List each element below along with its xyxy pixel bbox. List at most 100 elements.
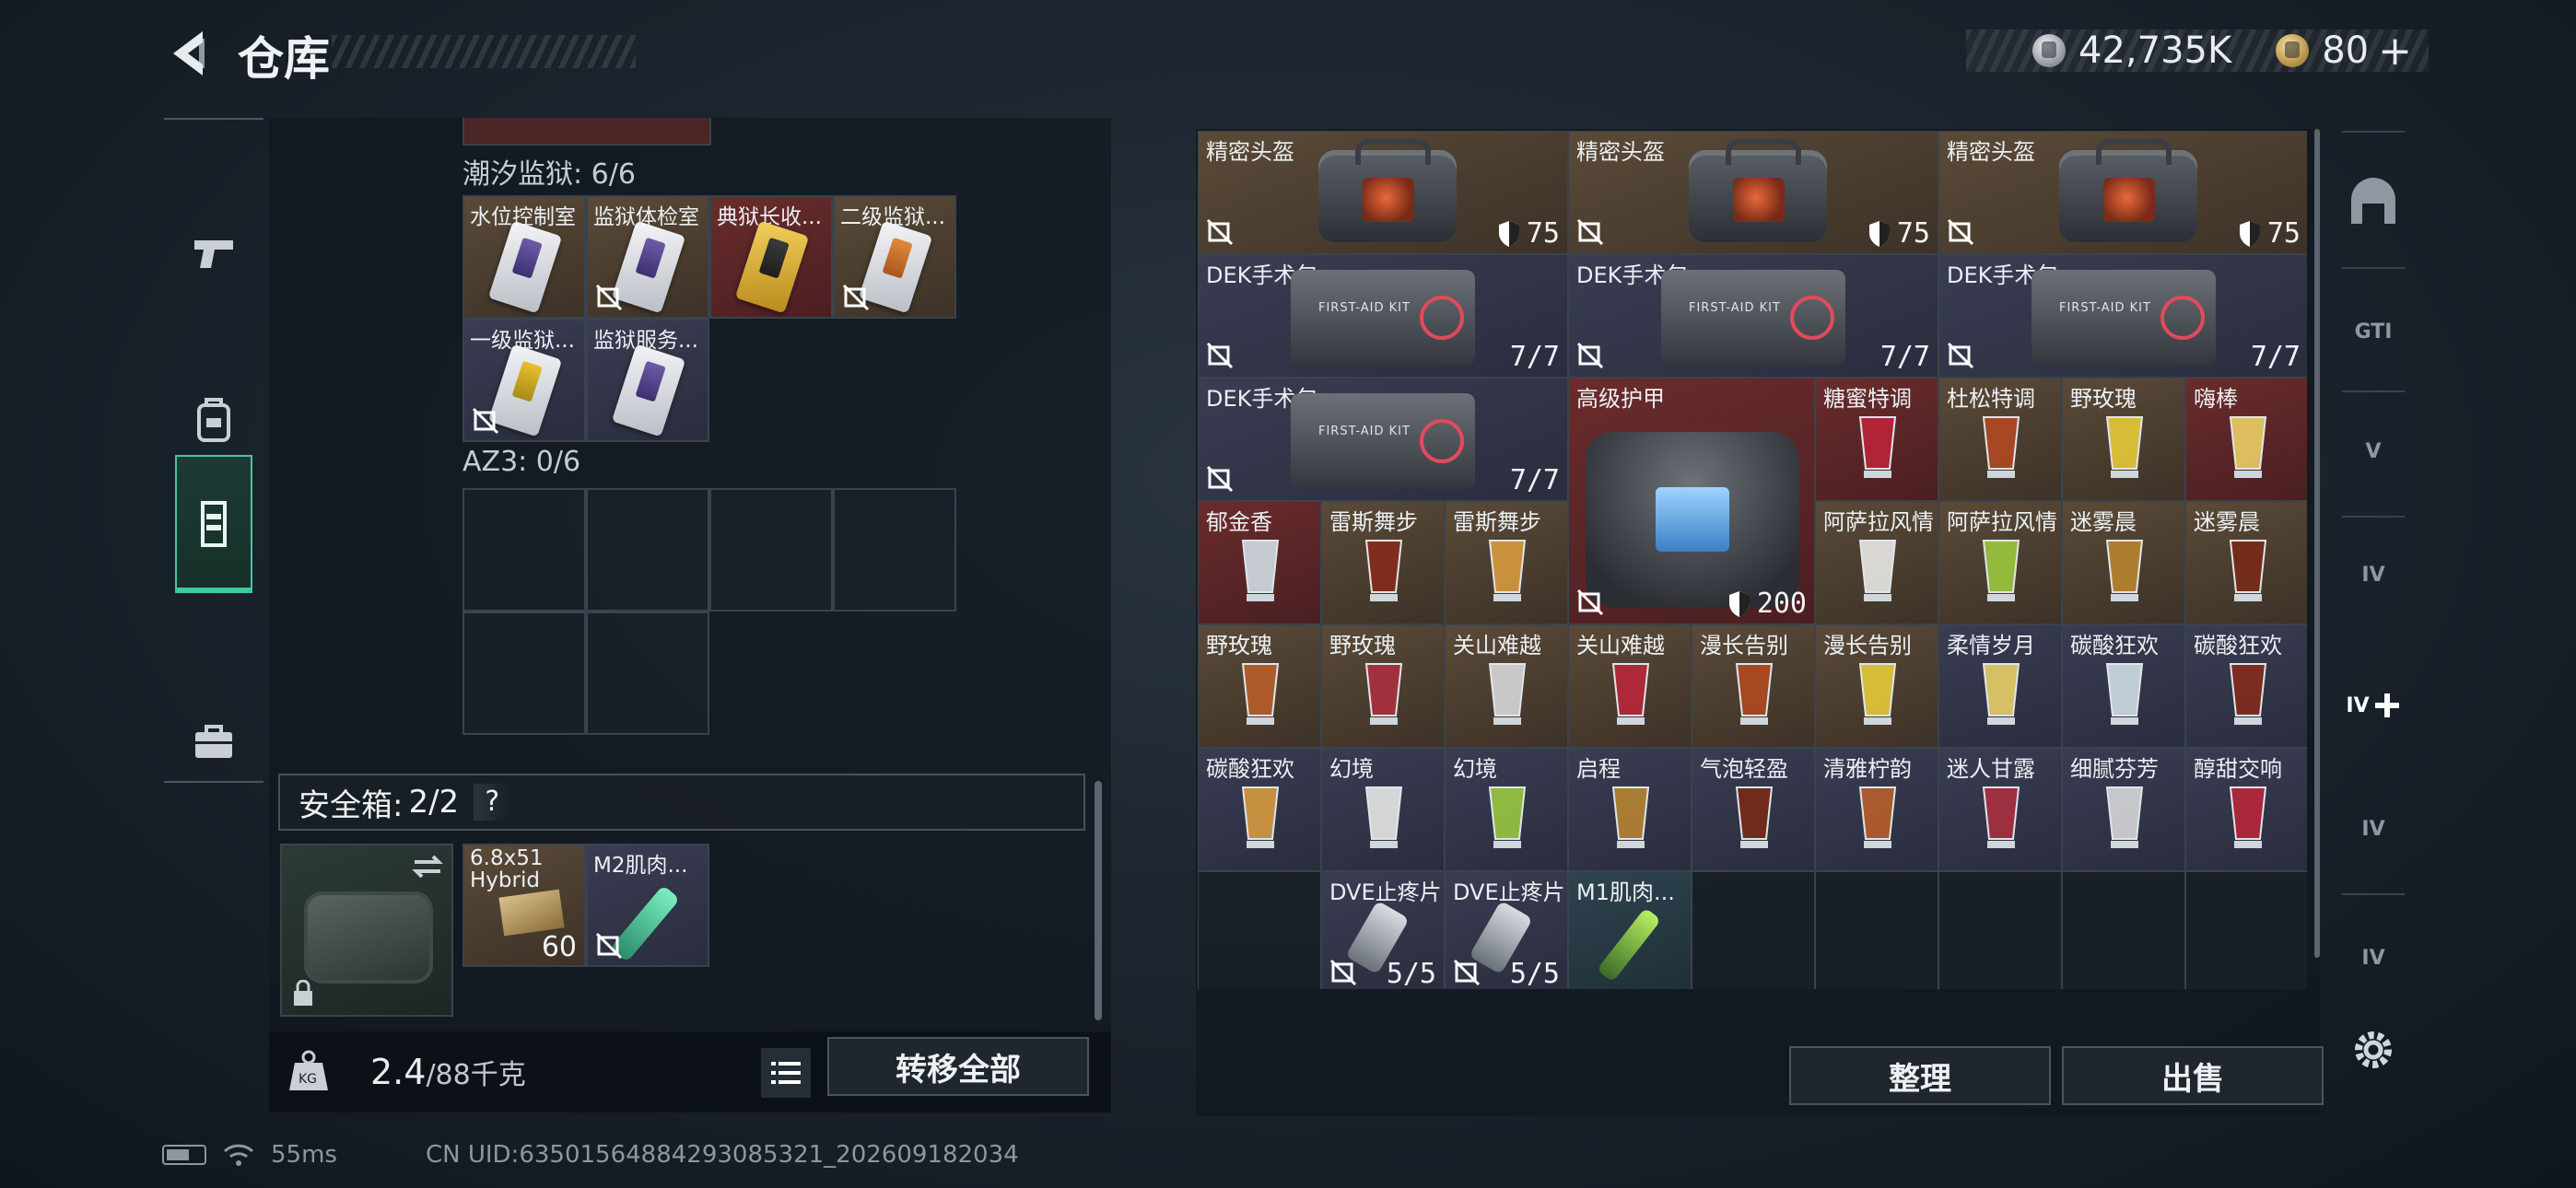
cocktail-glass-icon xyxy=(2229,540,2267,601)
cocktail-item[interactable]: 细腻芬芳 xyxy=(2062,748,2185,871)
cocktail-item[interactable]: 迷雾晨 xyxy=(2185,501,2307,624)
cocktail-glass-icon xyxy=(1488,663,1527,725)
cocktail-item[interactable]: 糖蜜特调 xyxy=(1815,378,1938,501)
tab-stash-iv-1[interactable]: IV xyxy=(2336,519,2410,630)
previous-item-row xyxy=(463,118,711,146)
cocktail-item[interactable]: 关山难越 xyxy=(1568,624,1692,748)
helmet-item[interactable]: 精密头盔 75 xyxy=(1938,131,2307,254)
sell-button[interactable]: 出售 xyxy=(2062,1046,2324,1105)
transfer-all-button[interactable]: 转移全部 xyxy=(827,1037,1089,1096)
empty-slot[interactable] xyxy=(1938,871,2062,989)
item-name: 迷雾晨 xyxy=(2070,509,2137,535)
tab-stash-all[interactable] xyxy=(2336,147,2410,258)
empty-slot[interactable] xyxy=(586,611,709,735)
cocktail-item[interactable]: 幻境 xyxy=(1445,748,1568,871)
empty-slot[interactable] xyxy=(2185,871,2307,989)
cocktail-item[interactable]: 郁金香 xyxy=(1198,501,1321,624)
first-aid-kit-item[interactable]: DEK手术包7/7 xyxy=(1568,254,1938,378)
cocktail-item[interactable]: 阿萨拉风情 xyxy=(1938,501,2062,624)
cocktail-glass-icon xyxy=(1364,663,1403,725)
cocktail-item[interactable]: 野玫瑰 xyxy=(1321,624,1445,748)
armor-item[interactable]: 高级护甲 200 xyxy=(1568,378,1815,624)
empty-slot[interactable] xyxy=(463,611,586,735)
empty-slot[interactable] xyxy=(1815,871,1938,989)
stimulant-item[interactable]: M2肌肉... xyxy=(586,844,709,967)
empty-slot[interactable] xyxy=(1692,871,1815,989)
empty-slot[interactable] xyxy=(1198,871,1321,989)
cocktail-item[interactable]: 柔情岁月 xyxy=(1938,624,2062,748)
stash-scrollbar[interactable] xyxy=(2314,129,2320,958)
back-arrow-icon[interactable] xyxy=(162,26,217,81)
cocktail-item[interactable]: 漫长告别 xyxy=(1815,624,1938,748)
tab-stash-iv-3[interactable]: IV xyxy=(2336,774,2410,884)
safebox-container[interactable] xyxy=(280,844,453,1017)
backpack-icon xyxy=(197,398,230,442)
ammo-item[interactable]: 6.8x51 Hybrid 60 xyxy=(463,844,586,967)
empty-slot[interactable] xyxy=(463,488,586,611)
list-view-button[interactable] xyxy=(761,1048,811,1098)
first-aid-kit-item[interactable]: DEK手术包7/7 xyxy=(1938,254,2307,378)
item-value: 7/7 xyxy=(2251,341,2301,373)
cocktail-item[interactable]: 关山难越 xyxy=(1445,624,1568,748)
keycard-item[interactable]: 二级监狱... xyxy=(833,195,956,319)
cocktail-item[interactable]: 漫长告别 xyxy=(1692,624,1815,748)
cocktail-item[interactable]: 迷人甘露 xyxy=(1938,748,2062,871)
cocktail-item[interactable]: 碳酸狂欢 xyxy=(1198,748,1321,871)
cocktail-item[interactable]: 雷斯舞步 xyxy=(1321,501,1445,624)
cocktail-item[interactable]: 碳酸狂欢 xyxy=(2185,624,2307,748)
cocktail-glass-icon xyxy=(2105,786,2144,848)
cocktail-item[interactable]: 醇甜交响 xyxy=(2185,748,2307,871)
item-name: 关山难越 xyxy=(1453,633,1541,658)
item-value: 7/7 xyxy=(1880,341,1930,373)
scrollbar[interactable] xyxy=(1095,781,1102,1020)
no-bind-icon xyxy=(1947,342,1974,369)
tab-stash-iv-2[interactable]: IV xyxy=(2336,650,2410,761)
cocktail-item[interactable]: 阿萨拉风情 xyxy=(1815,501,1938,624)
item-name: DVE止疼片 xyxy=(1329,879,1442,905)
keycard-item[interactable]: 监狱体检室 xyxy=(586,195,709,319)
armor-shield-icon xyxy=(1728,590,1750,617)
cocktail-item[interactable]: 杜松特调 xyxy=(1938,378,2062,501)
stimulant-item[interactable]: M1肌肉... xyxy=(1568,871,1692,989)
add-currency-button[interactable]: + xyxy=(2378,28,2412,75)
cocktail-item[interactable]: 迷雾晨 xyxy=(2062,501,2185,624)
cocktail-item[interactable]: 气泡轻盈 xyxy=(1692,748,1815,871)
tab-weapons[interactable] xyxy=(175,184,252,322)
settings-button[interactable] xyxy=(2336,995,2410,1105)
cocktail-item[interactable]: 清雅柠韵 xyxy=(1815,748,1938,871)
help-button[interactable]: ? xyxy=(474,784,511,821)
cocktail-item[interactable]: 野玫瑰 xyxy=(2062,378,2185,501)
cocktail-item[interactable]: 野玫瑰 xyxy=(1198,624,1321,748)
keycard-item[interactable]: 典狱长收... xyxy=(709,195,833,319)
sort-button[interactable]: 整理 xyxy=(1789,1046,2051,1105)
first-aid-kit-item[interactable]: DEK手术包7/7 xyxy=(1198,254,1568,378)
helmet-item[interactable]: 精密头盔 75 xyxy=(1198,131,1568,254)
empty-slot[interactable] xyxy=(709,488,833,611)
item-name: 野玫瑰 xyxy=(1206,633,1272,658)
cocktail-item[interactable]: 碳酸狂欢 xyxy=(2062,624,2185,748)
silver-balance: 42,735K xyxy=(2078,29,2232,72)
keycard-icon xyxy=(611,344,686,437)
keycard-item[interactable]: 监狱服务... xyxy=(586,319,709,442)
keycard-item[interactable]: 水位控制室 xyxy=(463,195,586,319)
empty-slot[interactable] xyxy=(2062,871,2185,989)
painkiller-item[interactable]: DVE止疼片 5/5 xyxy=(1445,871,1568,989)
painkiller-item[interactable]: DVE止疼片 5/5 xyxy=(1321,871,1445,989)
item-value: 5/5 xyxy=(1387,958,1436,989)
cocktail-item[interactable]: 嗨棒 xyxy=(2185,378,2307,501)
tab-stash-gti[interactable]: GTI xyxy=(2336,276,2410,387)
first-aid-kit-item[interactable]: DEK手术包7/7 xyxy=(1198,378,1568,501)
weight-readout: 2.4/88千克 xyxy=(370,1052,526,1092)
helmet-item[interactable]: 精密头盔 75 xyxy=(1568,131,1938,254)
cocktail-item[interactable]: 雷斯舞步 xyxy=(1445,501,1568,624)
tab-toolbox[interactable] xyxy=(175,672,252,810)
tab-vest[interactable] xyxy=(175,455,252,593)
keycard-item[interactable]: 一级监狱... xyxy=(463,319,586,442)
empty-slot[interactable] xyxy=(833,488,956,611)
item-name: 气泡轻盈 xyxy=(1700,756,1788,782)
tab-stash-v[interactable]: V xyxy=(2336,396,2410,507)
cocktail-item[interactable]: 启程 xyxy=(1568,748,1692,871)
cocktail-item[interactable]: 幻境 xyxy=(1321,748,1445,871)
cocktail-glass-icon xyxy=(1364,540,1403,601)
empty-slot[interactable] xyxy=(586,488,709,611)
